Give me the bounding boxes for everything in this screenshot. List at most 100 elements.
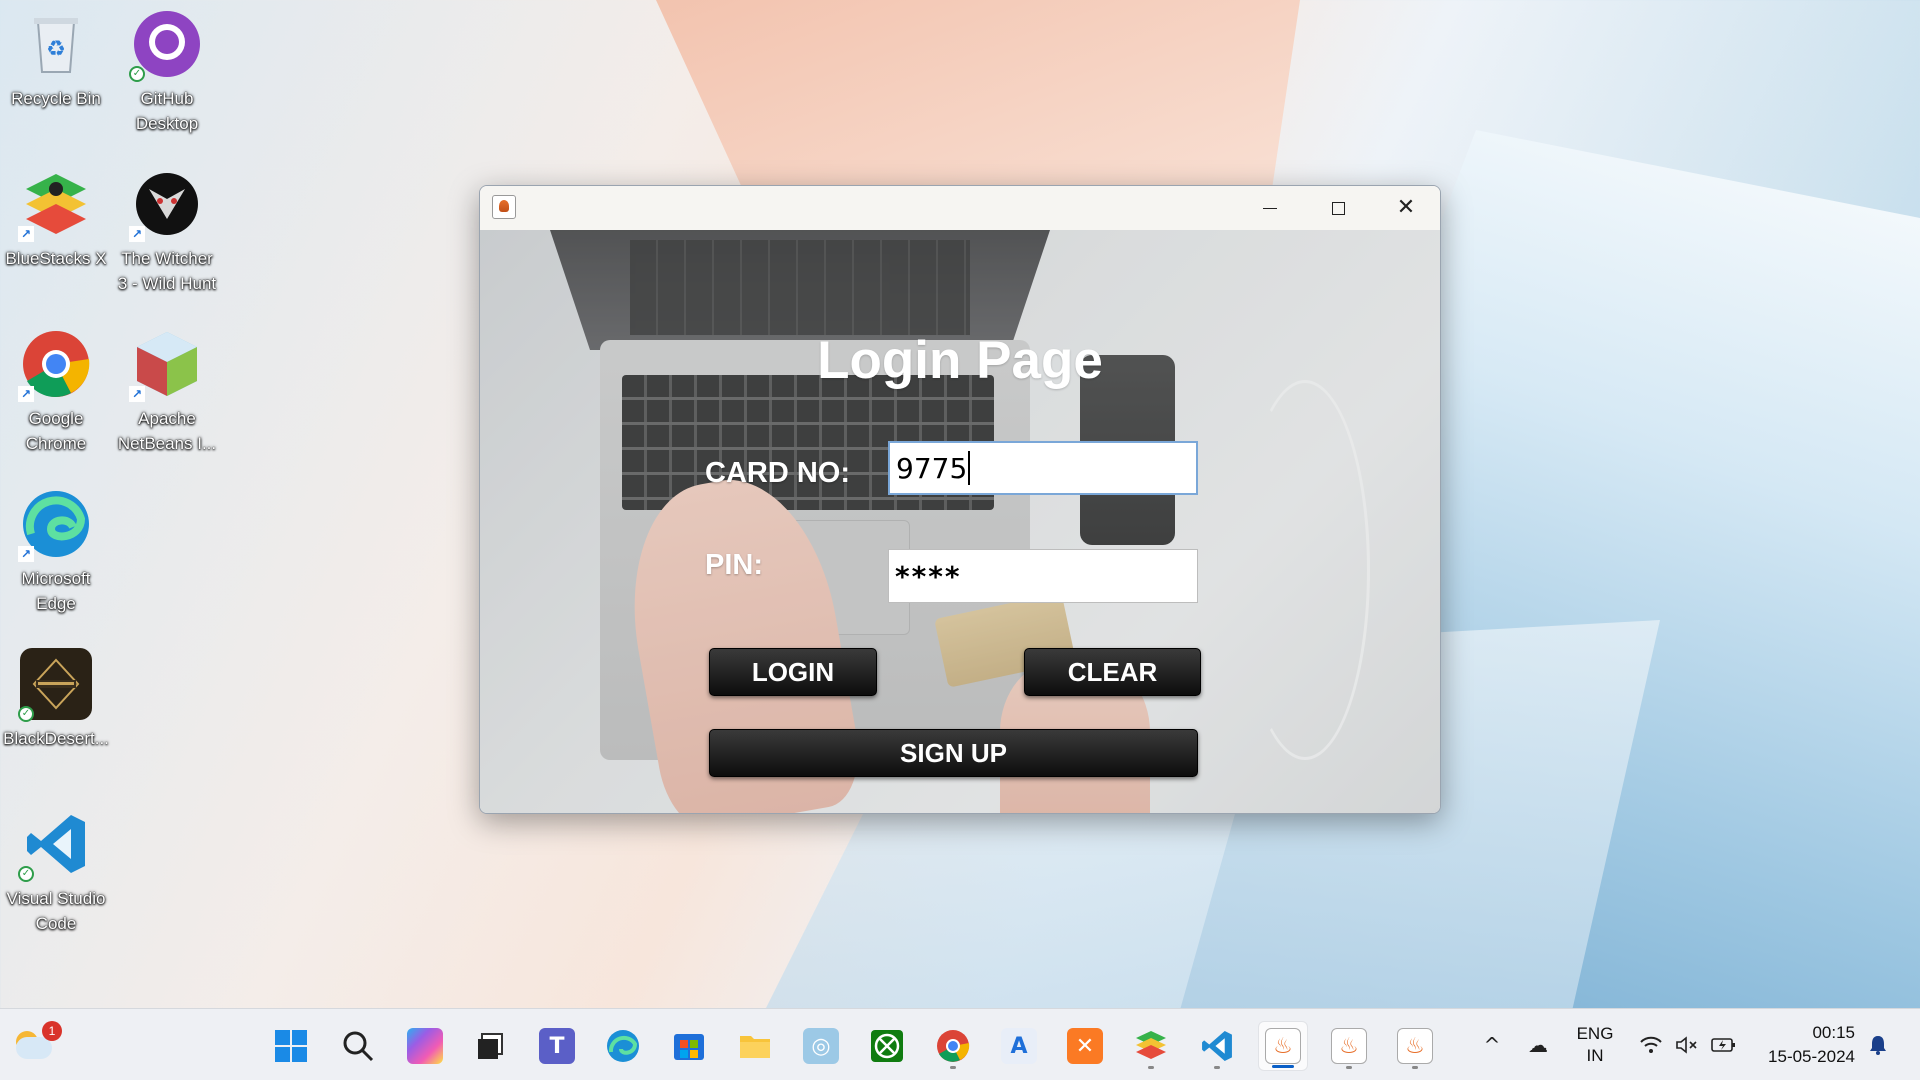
svg-text:♻: ♻ xyxy=(46,37,66,62)
recycle-bin-icon: ♻ xyxy=(20,8,92,80)
desktop-icon-edge[interactable]: ↗ Microsoft Edge xyxy=(4,488,108,616)
desktop-icon-label: Google Chrome xyxy=(25,409,87,453)
shortcut-arrow-icon: ↗ xyxy=(18,226,34,242)
task-view-button[interactable] xyxy=(465,1021,515,1071)
teams-icon: T xyxy=(539,1028,575,1064)
start-button[interactable] xyxy=(266,1021,316,1071)
volume-muted-icon[interactable] xyxy=(1673,1031,1701,1059)
language-indicator[interactable]: ENG IN xyxy=(1570,1009,1620,1080)
desktop-icon-label: Apache NetBeans I... xyxy=(117,409,217,453)
clock-time: 00:15 xyxy=(1812,1023,1855,1042)
desktop-icon-github-desktop[interactable]: ✓ GitHub Desktop xyxy=(115,8,219,136)
desktop-icon-label: BlueStacks X xyxy=(5,249,107,268)
close-icon: ✕ xyxy=(1396,195,1416,220)
xbox-button[interactable] xyxy=(862,1021,912,1071)
desktop-icon-vscode[interactable]: ✓ Visual Studio Code xyxy=(4,808,108,936)
appstore-icon: A xyxy=(1001,1028,1037,1064)
desktop-icon-chrome[interactable]: ↗ Google Chrome xyxy=(4,328,108,456)
task-view-icon xyxy=(478,1033,503,1059)
close-button[interactable]: ✕ xyxy=(1372,186,1440,230)
signup-button[interactable]: SIGN UP xyxy=(709,729,1198,777)
battery-charging-icon[interactable] xyxy=(1710,1031,1738,1059)
vscode-taskbar-button[interactable] xyxy=(1192,1021,1242,1071)
login-panel: Login Page CARD NO: 9775 PIN: **** LOGIN… xyxy=(480,230,1440,813)
sync-check-icon: ✓ xyxy=(18,866,34,882)
java-app-button-3[interactable]: ♨ xyxy=(1390,1021,1440,1071)
chrome-taskbar-button[interactable] xyxy=(928,1021,978,1071)
minimize-button[interactable] xyxy=(1236,186,1304,230)
copilot-icon xyxy=(407,1028,443,1064)
desktop-icon-label: GitHub Desktop xyxy=(135,89,199,133)
java-app-button-1[interactable]: ♨ xyxy=(1258,1021,1308,1071)
desktop-icon-recycle-bin[interactable]: ♻ Recycle Bin xyxy=(4,8,108,111)
weather-widget[interactable]: 1 xyxy=(10,1019,62,1069)
teams-button[interactable]: T xyxy=(532,1021,582,1071)
java-app-icon xyxy=(492,195,516,219)
xampp-button[interactable]: ✕ xyxy=(1060,1021,1110,1071)
xbox-icon xyxy=(871,1030,903,1062)
clear-button[interactable]: CLEAR xyxy=(1024,648,1201,696)
copilot-button[interactable] xyxy=(400,1021,450,1071)
remote-app-button[interactable]: ◎ xyxy=(796,1021,846,1071)
maximize-button[interactable] xyxy=(1304,186,1372,230)
java-app-button-2[interactable]: ♨ xyxy=(1324,1021,1374,1071)
login-button[interactable]: LOGIN xyxy=(709,648,877,696)
store-icon xyxy=(674,1034,704,1060)
search-icon xyxy=(343,1031,374,1062)
black-desert-icon: ✓ xyxy=(18,648,92,722)
cloud-icon xyxy=(16,1037,52,1059)
language-code: ENG xyxy=(1576,1024,1614,1043)
xampp-icon: ✕ xyxy=(1067,1028,1103,1064)
desktop-icon-label: Visual Studio Code xyxy=(6,889,106,933)
bluestacks-icon: ↗ xyxy=(18,168,92,242)
running-indicator xyxy=(1412,1066,1418,1069)
shortcut-arrow-icon: ↗ xyxy=(18,386,34,402)
card-number-label: CARD NO: xyxy=(705,457,850,489)
desktop-icon-label: The Witcher 3 - Wild Hunt xyxy=(117,249,217,293)
sync-check-icon: ✓ xyxy=(18,706,34,722)
card-number-value: 9775 xyxy=(896,451,968,485)
language-region: IN xyxy=(1586,1046,1604,1065)
window-titlebar[interactable]: ✕ xyxy=(480,186,1440,230)
github-desktop-icon: ✓ xyxy=(129,8,203,82)
desktop-icon-label: Recycle Bin xyxy=(11,89,101,108)
desktop-icon-bluestacks[interactable]: ↗ BlueStacks X xyxy=(4,168,108,271)
edge-icon: ↗ xyxy=(18,488,92,562)
windows-logo-icon xyxy=(275,1030,307,1062)
wifi-icon[interactable] xyxy=(1637,1031,1665,1059)
appstore-button[interactable]: A xyxy=(994,1021,1044,1071)
notification-bell-icon[interactable] xyxy=(1864,1031,1892,1059)
clock-date: 15-05-2024 xyxy=(1768,1047,1855,1066)
pin-masked-value: **** xyxy=(895,559,962,593)
running-indicator xyxy=(950,1066,956,1069)
desktop-icon-witcher[interactable]: ↗ The Witcher 3 - Wild Hunt xyxy=(115,168,219,296)
java-icon: ♨ xyxy=(1265,1028,1301,1064)
store-button[interactable] xyxy=(664,1021,714,1071)
chrome-icon xyxy=(937,1030,970,1062)
desktop-icon-black-desert[interactable]: ✓ BlackDesert... xyxy=(3,648,109,751)
desktop-icon-label: Microsoft Edge xyxy=(21,569,91,613)
card-number-input[interactable]: 9775 xyxy=(888,441,1198,495)
page-title: Login Page xyxy=(817,331,1103,390)
java-icon: ♨ xyxy=(1331,1028,1367,1064)
maximize-icon xyxy=(1331,201,1345,215)
pin-label: PIN: xyxy=(705,549,763,581)
desktop-icon-netbeans[interactable]: ↗ Apache NetBeans I... xyxy=(115,328,219,456)
desktop-icon-label: BlackDesert... xyxy=(3,729,109,748)
edge-icon xyxy=(607,1030,639,1062)
running-indicator xyxy=(1346,1066,1352,1069)
onedrive-icon[interactable]: ☁ xyxy=(1524,1031,1552,1059)
search-button[interactable] xyxy=(333,1021,383,1071)
show-hidden-icons-chevron-icon[interactable]: ^ xyxy=(1478,1031,1506,1059)
text-caret xyxy=(968,451,971,485)
pin-input[interactable]: **** xyxy=(888,549,1198,603)
background-shade xyxy=(480,230,1440,813)
minimize-icon xyxy=(1263,207,1277,209)
file-explorer-button[interactable] xyxy=(730,1021,780,1071)
sync-check-icon: ✓ xyxy=(129,66,145,82)
bluestacks-taskbar-button[interactable] xyxy=(1126,1021,1176,1071)
clock[interactable]: 00:15 15-05-2024 xyxy=(1755,1009,1855,1080)
running-indicator xyxy=(1148,1066,1154,1069)
running-indicator xyxy=(1214,1066,1220,1069)
edge-taskbar-button[interactable] xyxy=(598,1021,648,1071)
